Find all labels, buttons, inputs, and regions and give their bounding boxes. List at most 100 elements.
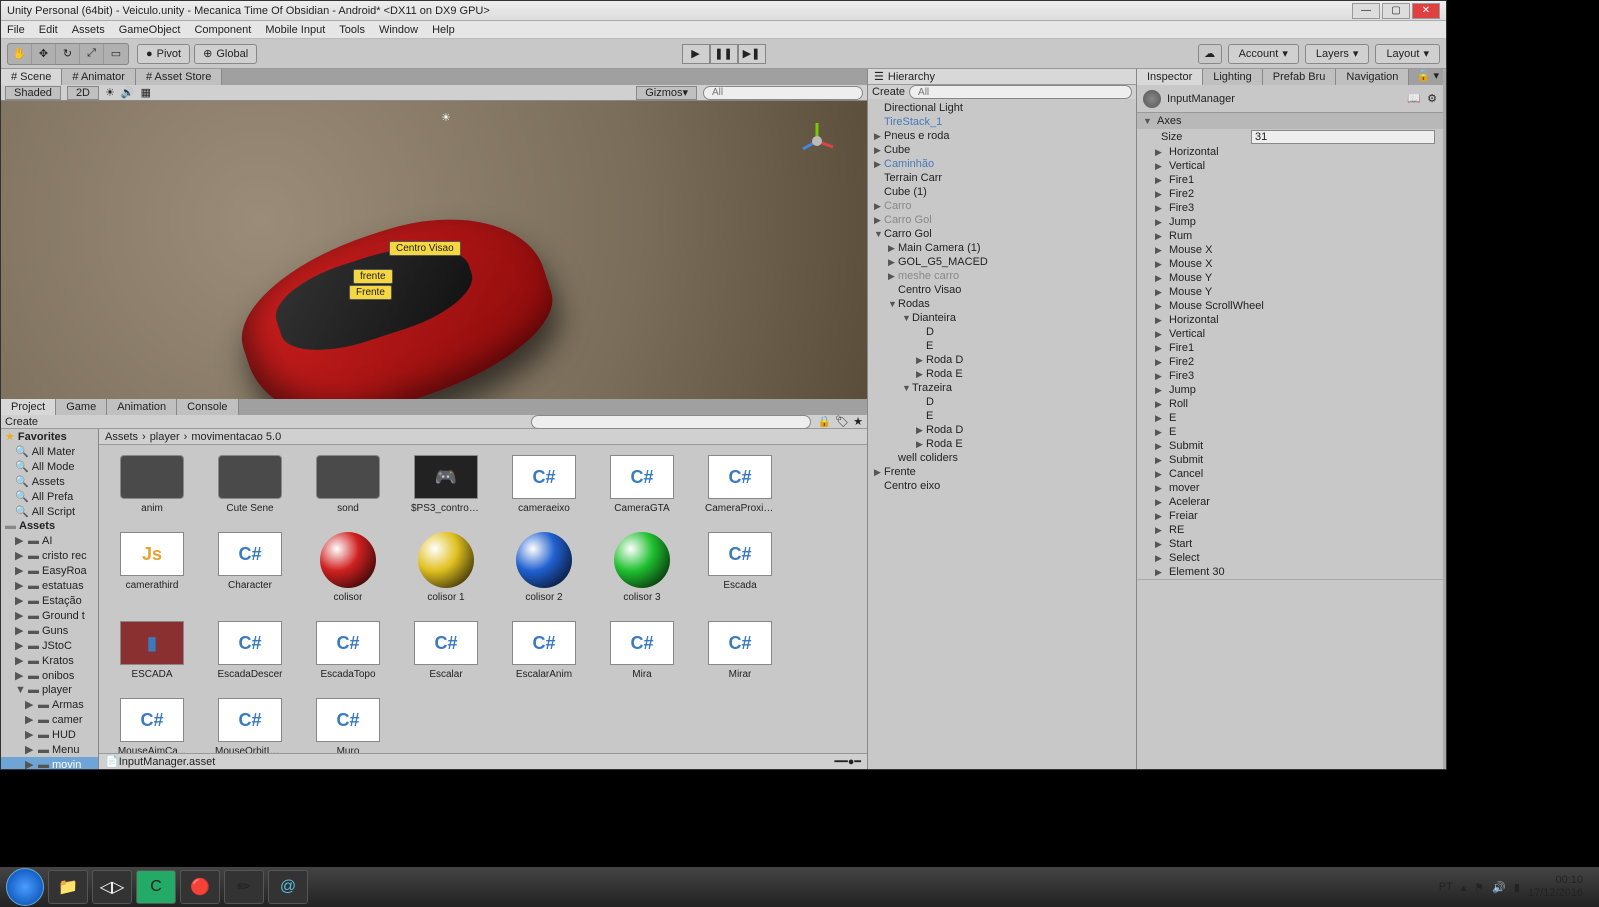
camtasia-taskbar-icon[interactable]: C bbox=[136, 870, 176, 904]
axis-e[interactable]: ▶E bbox=[1137, 411, 1443, 425]
hierarchy-e[interactable]: E bbox=[868, 339, 1136, 353]
hierarchy-well-coliders[interactable]: well coliders bbox=[868, 451, 1136, 465]
explorer-taskbar-icon[interactable]: 📁 bbox=[48, 870, 88, 904]
clock[interactable]: 00:1017/12/2016 bbox=[1528, 874, 1583, 900]
axis-submit[interactable]: ▶Submit bbox=[1137, 453, 1443, 467]
close-button[interactable]: ✕ bbox=[1412, 3, 1440, 19]
axis-jump[interactable]: ▶Jump bbox=[1137, 215, 1443, 229]
car-model[interactable] bbox=[222, 187, 569, 399]
hierarchy-create-dropdown[interactable]: Create bbox=[872, 86, 905, 98]
axis-fire3[interactable]: ▶Fire3 bbox=[1137, 369, 1443, 383]
hierarchy-rodas[interactable]: ▼Rodas bbox=[868, 297, 1136, 311]
hand-tool-button[interactable]: ✋ bbox=[8, 44, 32, 64]
titlebar[interactable]: Unity Personal (64bit) - Veiculo.unity -… bbox=[1, 1, 1446, 21]
axis-e[interactable]: ▶E bbox=[1137, 425, 1443, 439]
asset-cameraeixo[interactable]: C#cameraeixo bbox=[509, 455, 579, 514]
axis-horizontal[interactable]: ▶Horizontal bbox=[1137, 313, 1443, 327]
asset-cute-sene[interactable]: Cute Sene bbox=[215, 455, 285, 514]
folder-easyroa[interactable]: ▶▬EasyRoa bbox=[1, 563, 98, 578]
folder-onibos[interactable]: ▶▬onibos bbox=[1, 668, 98, 683]
folder-estação[interactable]: ▶▬Estação bbox=[1, 593, 98, 608]
hierarchy-gol-g5-maced[interactable]: ▶GOL_G5_MACED bbox=[868, 255, 1136, 269]
tab-inspector[interactable]: Inspector bbox=[1137, 69, 1203, 85]
flag-icon[interactable]: ⚑ bbox=[1474, 881, 1484, 894]
hierarchy-trazeira[interactable]: ▼Trazeira bbox=[868, 381, 1136, 395]
move-tool-button[interactable]: ✥ bbox=[32, 44, 56, 64]
hierarchy-roda-e[interactable]: ▶Roda E bbox=[868, 367, 1136, 381]
project-create-dropdown[interactable]: Create bbox=[5, 416, 38, 428]
inspector-help-icon[interactable]: 📖 bbox=[1407, 92, 1421, 105]
breadcrumb-0[interactable]: Assets bbox=[105, 431, 138, 443]
light-icon[interactable]: ☀ bbox=[105, 86, 115, 99]
notepad-taskbar-icon[interactable]: ✏ bbox=[224, 870, 264, 904]
axis-rum[interactable]: ▶Rum bbox=[1137, 229, 1443, 243]
asset-escadatopo[interactable]: C#EscadaTopo bbox=[313, 621, 383, 680]
hierarchy-meshe-carro[interactable]: ▶meshe carro bbox=[868, 269, 1136, 283]
hierarchy-main-camera--1-[interactable]: ▶Main Camera (1) bbox=[868, 241, 1136, 255]
axis-acelerar[interactable]: ▶Acelerar bbox=[1137, 495, 1443, 509]
menu-component[interactable]: Component bbox=[194, 24, 251, 36]
unity-taskbar-icon[interactable]: ◁▷ bbox=[92, 870, 132, 904]
asset-colisor-1[interactable]: colisor 1 bbox=[411, 532, 481, 603]
hierarchy-roda-d[interactable]: ▶Roda D bbox=[868, 353, 1136, 367]
hierarchy-caminh-o[interactable]: ▶Caminhão bbox=[868, 157, 1136, 171]
search-label-icon[interactable]: 🏷 bbox=[835, 415, 849, 428]
size-input[interactable] bbox=[1251, 130, 1435, 144]
scene-view[interactable]: Centro Visao frente Frente ☀ bbox=[1, 101, 867, 399]
orientation-gizmo[interactable] bbox=[797, 121, 837, 164]
hierarchy-tirestack-1[interactable]: TireStack_1 bbox=[868, 115, 1136, 129]
asset-mouseaimca---[interactable]: C#MouseAimCa... bbox=[117, 698, 187, 753]
step-button[interactable]: ▶❚ bbox=[738, 44, 766, 64]
axis-mouse-x[interactable]: ▶Mouse X bbox=[1137, 243, 1443, 257]
axis-element-30[interactable]: ▶Element 30 bbox=[1137, 565, 1443, 579]
folder-ai[interactable]: ▶▬AI bbox=[1, 533, 98, 548]
axis-re[interactable]: ▶RE bbox=[1137, 523, 1443, 537]
project-search-input[interactable] bbox=[531, 415, 811, 429]
axis-jump[interactable]: ▶Jump bbox=[1137, 383, 1443, 397]
breadcrumb-1[interactable]: player bbox=[150, 431, 180, 443]
hierarchy-terrain-carr[interactable]: Terrain Carr bbox=[868, 171, 1136, 185]
assets-header[interactable]: ▬Assets bbox=[1, 519, 98, 533]
account-dropdown[interactable]: Account▾ bbox=[1228, 44, 1299, 64]
pivot-toggle[interactable]: ●Pivot bbox=[137, 44, 190, 64]
hierarchy-centro-eixo[interactable]: Centro eixo bbox=[868, 479, 1136, 493]
shading-dropdown[interactable]: Shaded bbox=[5, 86, 61, 100]
asset-character[interactable]: C#Character bbox=[215, 532, 285, 603]
breadcrumb-2[interactable]: movimentacao 5.0 bbox=[191, 431, 281, 443]
tab-game[interactable]: Game bbox=[56, 399, 107, 415]
layout-dropdown[interactable]: Layout▾ bbox=[1375, 44, 1440, 64]
axis-horizontal[interactable]: ▶Horizontal bbox=[1137, 145, 1443, 159]
asset--ps3-controll---[interactable]: 🎮$PS3_controll... bbox=[411, 455, 481, 514]
chrome-taskbar-icon[interactable]: 🔴 bbox=[180, 870, 220, 904]
asset-colisor-2[interactable]: colisor 2 bbox=[509, 532, 579, 603]
hierarchy-pneus-e-roda[interactable]: ▶Pneus e roda bbox=[868, 129, 1136, 143]
axis-vertical[interactable]: ▶Vertical bbox=[1137, 327, 1443, 341]
audio-icon[interactable]: 🔊 bbox=[121, 86, 135, 99]
folder-jstoc[interactable]: ▶▬JStoC bbox=[1, 638, 98, 653]
hierarchy-directional-light[interactable]: Directional Light bbox=[868, 101, 1136, 115]
axis-mouse-scrollwheel[interactable]: ▶Mouse ScrollWheel bbox=[1137, 299, 1443, 313]
asset-escalaranim[interactable]: C#EscalarAnim bbox=[509, 621, 579, 680]
hierarchy-centro-visao[interactable]: Centro Visao bbox=[868, 283, 1136, 297]
axis-submit[interactable]: ▶Submit bbox=[1137, 439, 1443, 453]
menu-file[interactable]: File bbox=[7, 24, 25, 36]
hierarchy-tree[interactable]: Directional LightTireStack_1▶Pneus e rod… bbox=[868, 99, 1136, 769]
volume-icon[interactable]: 🔊 bbox=[1492, 881, 1506, 894]
axis-fire2[interactable]: ▶Fire2 bbox=[1137, 187, 1443, 201]
tab-lighting[interactable]: Lighting bbox=[1203, 69, 1263, 85]
2d-toggle[interactable]: 2D bbox=[67, 86, 99, 100]
asset-colisor[interactable]: colisor bbox=[313, 532, 383, 603]
asset-escadadescer[interactable]: C#EscadaDescer bbox=[215, 621, 285, 680]
axis-mouse-y[interactable]: ▶Mouse Y bbox=[1137, 285, 1443, 299]
axis-start[interactable]: ▶Start bbox=[1137, 537, 1443, 551]
windows-taskbar[interactable]: 📁 ◁▷ C 🔴 ✏ @ PT ▴ ⚑ 🔊 ▮ 00:1017/12/2016 bbox=[0, 867, 1599, 907]
axes-foldout[interactable]: ▼Axes bbox=[1137, 113, 1443, 129]
play-button[interactable]: ▶ bbox=[682, 44, 710, 64]
asset-grid[interactable]: animCute Senesond🎮$PS3_controll...C#came… bbox=[99, 445, 867, 753]
axis-fire2[interactable]: ▶Fire2 bbox=[1137, 355, 1443, 369]
menu-edit[interactable]: Edit bbox=[39, 24, 58, 36]
folder-armas[interactable]: ▶▬Armas bbox=[1, 697, 98, 712]
hierarchy-search-input[interactable] bbox=[909, 85, 1132, 99]
tray-up-icon[interactable]: ▴ bbox=[1461, 881, 1467, 894]
rect-tool-button[interactable]: ▭ bbox=[104, 44, 128, 64]
